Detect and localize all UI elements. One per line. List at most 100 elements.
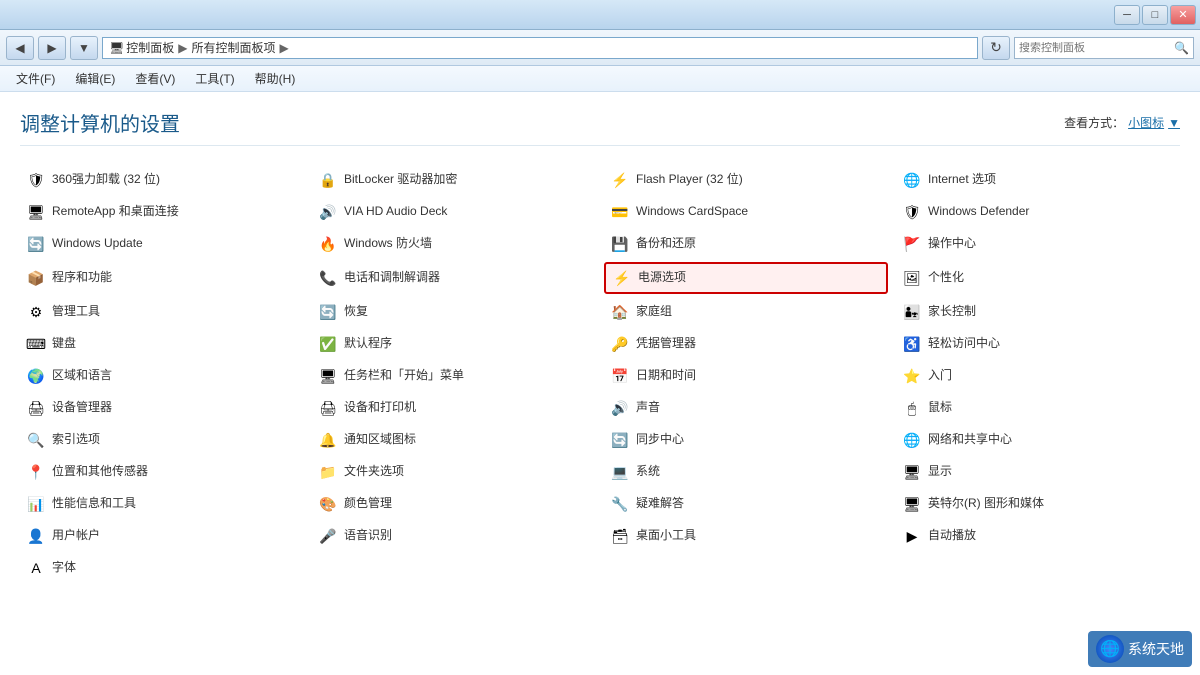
recent-button[interactable]: ▼	[70, 36, 98, 60]
icon-img-icon-internet: 🌐	[902, 170, 922, 190]
menu-edit[interactable]: 编辑(E)	[67, 68, 123, 89]
icon-item-icon-network[interactable]: 🌐网络和共享中心	[896, 426, 1180, 454]
icon-img-icon-homegroup: 🏠	[610, 302, 630, 322]
icon-label-icon-flash: Flash Player (32 位)	[636, 172, 743, 188]
breadcrumb-root[interactable]: 控制面板	[126, 39, 174, 56]
page-title: 调整计算机的设置	[20, 108, 180, 137]
icon-item-icon-viahd[interactable]: 🔊VIA HD Audio Deck	[312, 198, 596, 226]
refresh-button[interactable]: ↻	[982, 36, 1010, 60]
icon-label-icon-keyboard: 键盘	[52, 336, 76, 352]
icon-label-icon-datetime: 日期和时间	[636, 368, 696, 384]
icon-item-icon-sound[interactable]: 🔊声音	[604, 394, 888, 422]
icon-item-icon-mouse[interactable]: 🖱鼠标	[896, 394, 1180, 422]
icon-img-icon-access: ♿	[902, 334, 922, 354]
icon-item-icon-devmgr[interactable]: 🖨设备管理器	[20, 394, 304, 422]
icon-item-icon-user[interactable]: 👤用户帐户	[20, 522, 304, 550]
icon-item-icon-getstarted[interactable]: ⭐入门	[896, 362, 1180, 390]
watermark: 🌐 系统天地	[1088, 631, 1192, 667]
icon-item-icon-360[interactable]: 🛡360强力卸载 (32 位)	[20, 166, 304, 194]
icon-label-icon-user: 用户帐户	[52, 528, 100, 544]
icon-item-icon-indexopt[interactable]: 🔍 索引选项	[20, 426, 304, 454]
icon-item-icon-restore[interactable]: 🔄恢复	[312, 298, 596, 326]
address-bar: ◀ ▶ ▼ 🖥 控制面板 ▶ 所有控制面板项 ▶ ↻ 🔍	[0, 30, 1200, 66]
menu-file[interactable]: 文件(F)	[8, 68, 63, 89]
forward-button[interactable]: ▶	[38, 36, 66, 60]
icon-img-icon-winfirewall: 🔥	[318, 234, 338, 254]
view-dropdown-icon[interactable]: ▼	[1168, 116, 1180, 130]
icon-item-icon-backup[interactable]: 💾备份和还原	[604, 230, 888, 258]
icon-item-icon-security[interactable]: 🚩操作中心	[896, 230, 1180, 258]
icon-item-icon-winupdate[interactable]: 🔄Windows Update	[20, 230, 304, 258]
icon-item-icon-power[interactable]: ⚡电源选项	[604, 262, 888, 294]
icon-item-icon-default[interactable]: ✅默认程序	[312, 330, 596, 358]
breadcrumb-current[interactable]: 所有控制面板项	[191, 39, 275, 56]
menu-view[interactable]: 查看(V)	[127, 68, 183, 89]
icon-item-icon-synccenter[interactable]: 🔄同步中心	[604, 426, 888, 454]
icon-label-icon-indexopt: 索引选项	[52, 432, 100, 448]
icon-item-icon-bitlocker[interactable]: 🔒BitLocker 驱动器加密	[312, 166, 596, 194]
search-input[interactable]	[1019, 42, 1170, 54]
icon-item-icon-color[interactable]: 🎨颜色管理	[312, 490, 596, 518]
icon-item-icon-region[interactable]: 🌍区域和语言	[20, 362, 304, 390]
icon-item-icon-defender[interactable]: 🛡Windows Defender	[896, 198, 1180, 226]
icon-item-icon-internet[interactable]: 🌐Internet 选项	[896, 166, 1180, 194]
icon-label-icon-intel: 英特尔(R) 图形和媒体	[928, 496, 1044, 512]
icon-item-icon-notify[interactable]: 🔔通知区域图标	[312, 426, 596, 454]
close-button[interactable]: ✕	[1170, 5, 1196, 25]
icon-item-icon-intel[interactable]: 🖥英特尔(R) 图形和媒体	[896, 490, 1180, 518]
icon-item-icon-folder[interactable]: 📁文件夹选项	[312, 458, 596, 486]
icon-label-icon-homegroup: 家庭组	[636, 304, 672, 320]
icon-item-icon-cardspace[interactable]: 💳Windows CardSpace	[604, 198, 888, 226]
menu-tools[interactable]: 工具(T)	[187, 68, 242, 89]
icon-label-icon-mouse: 鼠标	[928, 400, 952, 416]
icon-item-icon-remoteapp[interactable]: 🖥RemoteApp 和桌面连接	[20, 198, 304, 226]
icon-item-icon-perf[interactable]: 📊性能信息和工具	[20, 490, 304, 518]
icon-item-icon-speech[interactable]: 🎤语音识别	[312, 522, 596, 550]
icon-label-icon-system: 系统	[636, 464, 660, 480]
icon-item-icon-autoplay[interactable]: ▶自动播放	[896, 522, 1180, 550]
icon-item-icon-access[interactable]: ♿轻松访问中心	[896, 330, 1180, 358]
icon-item-icon-credential[interactable]: 🔑凭据管理器	[604, 330, 888, 358]
icon-item-icon-winfirewall[interactable]: 🔥Windows 防火墙	[312, 230, 596, 258]
icon-item-icon-personalize[interactable]: 🖼个性化	[896, 262, 1180, 294]
icon-item-icon-display[interactable]: 🖥显示	[896, 458, 1180, 486]
icon-img-icon-perf: 📊	[26, 494, 46, 514]
icon-img-icon-network: 🌐	[902, 430, 922, 450]
icon-label-icon-speech: 语音识别	[344, 528, 392, 544]
icon-item-icon-keyboard[interactable]: ⌨键盘	[20, 330, 304, 358]
icon-label-icon-restore: 恢复	[344, 304, 368, 320]
search-box[interactable]: 🔍	[1014, 37, 1194, 59]
view-options: 查看方式： 小图标 ▼	[1064, 114, 1180, 131]
icon-item-icon-taskbar[interactable]: 🖥任务栏和「开始」菜单	[312, 362, 596, 390]
icon-item-icon-flash[interactable]: ⚡Flash Player (32 位)	[604, 166, 888, 194]
icon-item-icon-system[interactable]: 💻 系统	[604, 458, 888, 486]
back-button[interactable]: ◀	[6, 36, 34, 60]
icon-img-icon-system: 💻	[610, 462, 630, 482]
address-breadcrumb[interactable]: 🖥 控制面板 ▶ 所有控制面板项 ▶	[102, 37, 978, 59]
icon-item-icon-troubleshoot[interactable]: 🔧疑难解答	[604, 490, 888, 518]
icon-label-icon-power: 电源选项	[638, 270, 686, 286]
icon-label-icon-autoplay: 自动播放	[928, 528, 976, 544]
maximize-button[interactable]: □	[1142, 5, 1168, 25]
icon-item-icon-devprint[interactable]: 🖨设备和打印机	[312, 394, 596, 422]
icon-item-icon-datetime[interactable]: 📅日期和时间	[604, 362, 888, 390]
icon-item-icon-parental[interactable]: 👨‍👧家长控制	[896, 298, 1180, 326]
icon-label-icon-taskbar: 任务栏和「开始」菜单	[344, 368, 464, 384]
menu-help[interactable]: 帮助(H)	[247, 68, 304, 89]
icon-item-icon-location[interactable]: 📍位置和其他传感器	[20, 458, 304, 486]
minimize-button[interactable]: ─	[1114, 5, 1140, 25]
icon-img-icon-getstarted: ⭐	[902, 366, 922, 386]
search-icon: 🔍	[1174, 41, 1189, 55]
view-mode[interactable]: 小图标	[1128, 114, 1164, 131]
icon-img-icon-parental: 👨‍👧	[902, 302, 922, 322]
icon-img-icon-indexopt: 🔍	[26, 430, 46, 450]
breadcrumb-home-icon: 🖥	[109, 41, 124, 55]
icon-item-icon-gadget[interactable]: 🗃桌面小工具	[604, 522, 888, 550]
icon-item-icon-phone[interactable]: 📞电话和调制解调器	[312, 262, 596, 294]
icon-img-icon-color: 🎨	[318, 494, 338, 514]
icon-item-icon-manage[interactable]: ⚙管理工具	[20, 298, 304, 326]
icon-label-icon-region: 区域和语言	[52, 368, 112, 384]
icon-item-icon-programs[interactable]: 📦程序和功能	[20, 262, 304, 294]
icon-item-icon-homegroup[interactable]: 🏠 家庭组	[604, 298, 888, 326]
icon-item-icon-font[interactable]: A字体	[20, 554, 304, 582]
